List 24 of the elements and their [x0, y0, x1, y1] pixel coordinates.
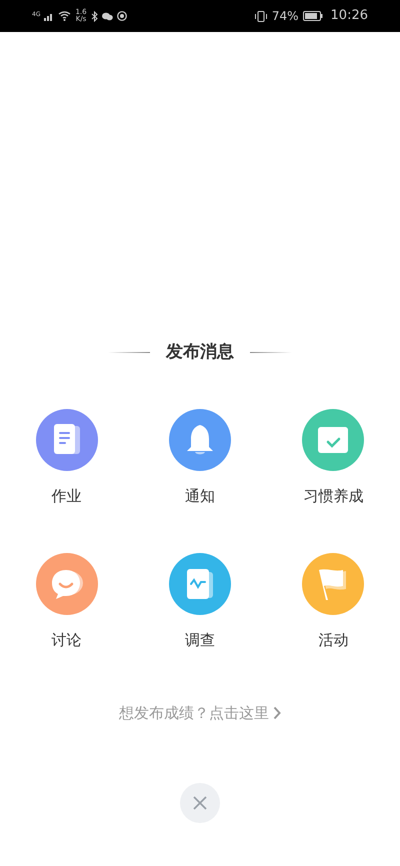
chevron-right-icon	[273, 706, 281, 720]
action-button[interactable]: 通知	[168, 409, 231, 507]
app-icon	[116, 11, 127, 21]
close-icon	[193, 796, 207, 810]
pulse-document-icon	[184, 567, 215, 601]
close-button[interactable]	[180, 783, 220, 823]
battery-percent: 74%	[272, 8, 299, 25]
section-title: 发布消息	[166, 341, 234, 364]
bluetooth-icon	[90, 10, 98, 22]
action-button[interactable]: 讨论	[36, 553, 98, 651]
signal-icon	[44, 12, 54, 20]
wifi-icon	[58, 11, 72, 21]
vibrate-icon	[254, 10, 268, 22]
battery-icon	[302, 11, 323, 21]
action-button[interactable]: 活动	[302, 553, 364, 651]
calendar-check-icon	[317, 425, 350, 455]
action-button[interactable]: 调查	[168, 553, 231, 651]
action-button[interactable]: 习惯养成	[302, 409, 364, 507]
chat-bubbles-icon	[102, 12, 113, 20]
clock: 10:26	[330, 7, 368, 26]
document-icon	[52, 423, 82, 457]
smiling-chat-icon	[50, 568, 84, 600]
bell-icon	[184, 423, 215, 457]
action-button[interactable]: 作业	[36, 409, 98, 507]
